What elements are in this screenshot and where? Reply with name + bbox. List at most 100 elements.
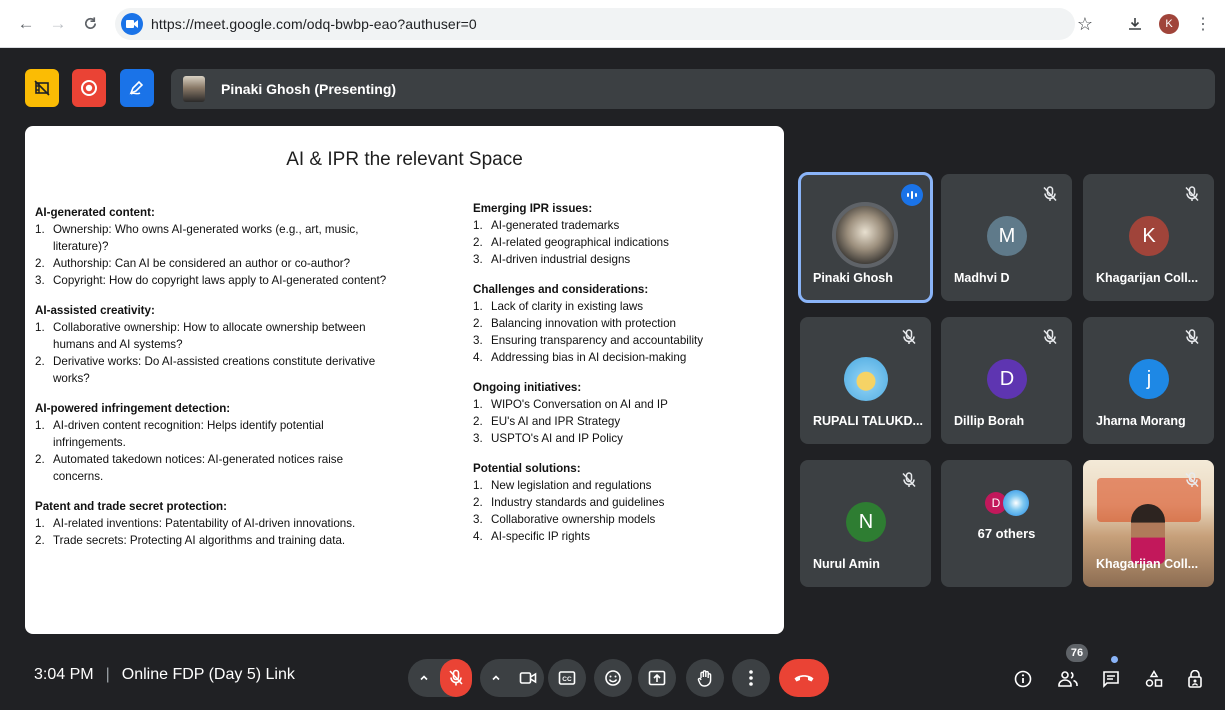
slide-section: AI-assisted creativity: 1. Collaborative o…	[35, 302, 415, 387]
slide-item-number: 1.	[35, 517, 45, 530]
participant-tile[interactable]: j Jharna Morang	[1083, 317, 1214, 444]
mic-options-chevron-icon[interactable]	[408, 659, 440, 697]
slide-item-line: Ensuring transparency and accountability	[491, 334, 704, 347]
reactions-button[interactable]	[594, 659, 632, 697]
meeting-info: 3:04 PM | Online FDP (Day 5) Link	[34, 666, 295, 684]
participant-tile[interactable]: M Madhvi D	[941, 174, 1072, 301]
download-icon[interactable]	[1121, 10, 1149, 38]
slide-section: Ongoing initiatives: 1. WIPO's Conversatio…	[473, 379, 773, 447]
present-screen-icon	[648, 670, 666, 686]
presenter-banner[interactable]: Pinaki Ghosh (Presenting)	[171, 69, 1215, 109]
browser-menu-icon[interactable]: ⋮	[1189, 10, 1217, 38]
participant-avatar: N	[846, 502, 886, 542]
participant-tile[interactable]: D Dillip Borah	[941, 317, 1072, 444]
presenter-avatar	[183, 76, 205, 102]
slide-section: AI-powered infringement detection: 1. AI-d…	[35, 400, 415, 485]
participant-tile[interactable]: K Khagarijan Coll...	[1083, 174, 1214, 301]
slide-item-line: Copyright: How do copyright laws apply t…	[53, 274, 387, 287]
participant-tile[interactable]: D 67 others	[941, 460, 1072, 587]
more-options-button[interactable]	[732, 659, 770, 697]
mic-off-icon[interactable]	[440, 659, 472, 697]
raise-hand-button[interactable]	[686, 659, 724, 697]
chat-button[interactable]	[1096, 664, 1126, 694]
slide-list-item: 2. Balancing innovation with protection	[473, 315, 773, 332]
camera-options-chevron-icon[interactable]	[480, 659, 512, 697]
back-icon[interactable]: ←	[14, 12, 38, 36]
slide-item-text: Addressing bias in AI decision-making	[491, 349, 686, 366]
slide-item-line: AI-related inventions: Patentability of …	[53, 517, 356, 530]
slide-item-text: AI-specific IP rights	[491, 528, 590, 545]
participant-name: Jharna Morang	[1096, 414, 1186, 428]
participant-tile[interactable]: Khagarijan Coll...	[1083, 460, 1214, 587]
slide-item-line: EU's AI and IPR Strategy	[491, 415, 621, 428]
mic-off-icon	[1040, 184, 1060, 204]
slide-item-line: Ownership: Who owns AI-generated works (…	[53, 223, 359, 236]
participant-avatar: D	[987, 359, 1027, 399]
slide-item-text: USPTO's AI and IP Policy	[491, 430, 623, 447]
slide-list-item: 4. Addressing bias in AI decision-making	[473, 349, 773, 366]
captions-icon: CC	[558, 671, 576, 685]
more-vert-icon	[749, 670, 753, 686]
slide-item-number: 3.	[473, 334, 483, 347]
present-now-button[interactable]	[638, 659, 676, 697]
slide-item-number: 2.	[473, 415, 483, 428]
layout-toggle-button[interactable]	[25, 69, 59, 107]
slide-item-text: Balancing innovation with protection	[491, 315, 676, 332]
microphone-control[interactable]	[408, 659, 472, 697]
participant-avatar: K	[1129, 216, 1169, 256]
speaking-indicator-icon	[901, 184, 923, 206]
slide-list-item: 4. AI-specific IP rights	[473, 528, 773, 545]
reload-icon[interactable]	[78, 12, 102, 36]
slide-item-line: concerns.	[53, 470, 104, 483]
slide-item-number: 1.	[473, 479, 483, 492]
chat-icon	[1103, 671, 1119, 688]
slide-item-line: Lack of clarity in existing laws	[491, 300, 644, 313]
slide-list-item: 2. Industry standards and guidelines	[473, 494, 773, 511]
others-avatar-image	[1003, 490, 1029, 516]
slide-item-line: Collaborative ownership models	[491, 513, 656, 526]
leave-call-button[interactable]	[779, 659, 829, 697]
bookmark-star-icon[interactable]: ☆	[1071, 10, 1099, 38]
slide-item-text: AI-generated trademarks	[491, 217, 619, 234]
address-bar[interactable]: https://meet.google.com/odq-bwbp-eao?aut…	[115, 8, 1075, 40]
slide-item-line: Industry standards and guidelines	[491, 496, 665, 509]
activities-icon	[1145, 670, 1163, 687]
mic-off-icon	[1040, 327, 1060, 347]
people-button[interactable]	[1053, 664, 1083, 694]
forward-icon[interactable]: →	[46, 12, 70, 36]
participant-name: Pinaki Ghosh	[813, 271, 893, 285]
emoji-icon	[605, 670, 621, 686]
participant-name: Madhvi D	[954, 271, 1010, 285]
meeting-time: 3:04 PM	[34, 666, 94, 683]
slide-item-text: Copyright: How do copyright laws apply t…	[53, 272, 386, 289]
slide-item-number: 1.	[35, 321, 45, 334]
meet-site-icon[interactable]	[121, 13, 143, 35]
mic-off-icon	[1182, 470, 1202, 490]
presenter-label: Pinaki Ghosh (Presenting)	[221, 81, 397, 97]
slide-section-heading: AI-assisted creativity:	[35, 304, 155, 317]
slide-item-line: Authorship: Can AI be considered an auth…	[53, 257, 351, 270]
participant-tile[interactable]: N Nurul Amin	[800, 460, 931, 587]
annotate-button[interactable]	[120, 69, 154, 107]
record-icon	[81, 80, 97, 96]
slide-item-number: 1.	[473, 398, 483, 411]
participant-tile[interactable]: Pinaki Ghosh	[798, 172, 933, 303]
meeting-details-button[interactable]	[1008, 664, 1038, 694]
participant-tile[interactable]: RUPALI TALUKD...	[800, 317, 931, 444]
slide-section-heading: AI-generated content:	[35, 206, 155, 219]
slide-item-text: Lack of clarity in existing laws	[491, 298, 643, 315]
slide-section-heading: Ongoing initiatives:	[473, 381, 582, 394]
slide-section-heading: Challenges and considerations:	[473, 283, 649, 296]
slide-item-line: Addressing bias in AI decision-making	[491, 351, 687, 364]
url-text[interactable]: https://meet.google.com/odq-bwbp-eao?aut…	[151, 16, 477, 32]
slide-item-line: AI-driven industrial designs	[491, 253, 631, 266]
participant-count-badge: 76	[1066, 644, 1088, 662]
profile-button[interactable]: K	[1155, 10, 1183, 38]
recording-button[interactable]	[72, 69, 106, 107]
camera-control[interactable]	[480, 659, 544, 697]
slide-item-line: Balancing innovation with protection	[491, 317, 676, 330]
activities-button[interactable]	[1139, 664, 1169, 694]
captions-button[interactable]: CC	[548, 659, 586, 697]
host-controls-button[interactable]	[1180, 664, 1210, 694]
camera-icon[interactable]	[512, 659, 544, 697]
